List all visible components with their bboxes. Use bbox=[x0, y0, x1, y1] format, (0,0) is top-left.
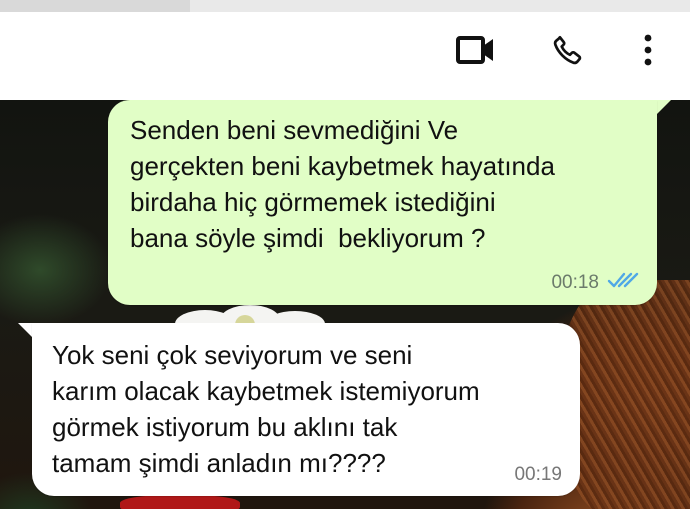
outgoing-message-bubble[interactable]: Senden beni sevmediğini Ve gerçekten beni… bbox=[108, 100, 657, 305]
incoming-line-1: Yok seni çok seviyorum ve seni bbox=[52, 340, 413, 370]
incoming-bubble-tail bbox=[18, 323, 32, 337]
incoming-line-2: karım olacak kaybetmek istemiyorum bbox=[52, 376, 480, 406]
status-strip bbox=[0, 0, 690, 12]
incoming-message-meta: 00:19 bbox=[514, 464, 562, 486]
outgoing-line-2: gerçekten beni kaybetmek hayatında bbox=[130, 151, 555, 181]
outgoing-bubble-tail bbox=[657, 100, 671, 114]
incoming-message-bubble[interactable]: Yok seni çok seviyorum ve seni karım olac… bbox=[32, 323, 580, 496]
incoming-line-3: görmek istiyorum bu aklını tak bbox=[52, 412, 398, 442]
incoming-message-text: Yok seni çok seviyorum ve seni karım olac… bbox=[52, 337, 480, 481]
outgoing-message-meta: 00:18 bbox=[551, 271, 639, 295]
outgoing-line-1: Senden beni sevmediğini Ve bbox=[130, 115, 459, 145]
video-call-icon[interactable] bbox=[453, 30, 499, 70]
phone-call-icon[interactable] bbox=[545, 30, 591, 70]
wallpaper-red-shape bbox=[120, 495, 240, 509]
double-check-read-icon bbox=[607, 271, 639, 295]
outgoing-line-3: birdaha hiç görmemek istediğini bbox=[130, 187, 496, 217]
chat-header bbox=[0, 12, 690, 100]
more-options-icon[interactable] bbox=[625, 30, 671, 70]
status-strip-shade bbox=[0, 0, 190, 12]
outgoing-line-4: bana söyle şimdi bekliyorum ? bbox=[130, 223, 486, 253]
incoming-message-time: 00:19 bbox=[514, 464, 562, 485]
outgoing-message-text: Senden beni sevmediğini Ve gerçekten beni… bbox=[130, 112, 555, 256]
incoming-line-4: tamam şimdi anladın mı???? bbox=[52, 448, 386, 478]
outgoing-message-time: 00:18 bbox=[551, 272, 599, 293]
